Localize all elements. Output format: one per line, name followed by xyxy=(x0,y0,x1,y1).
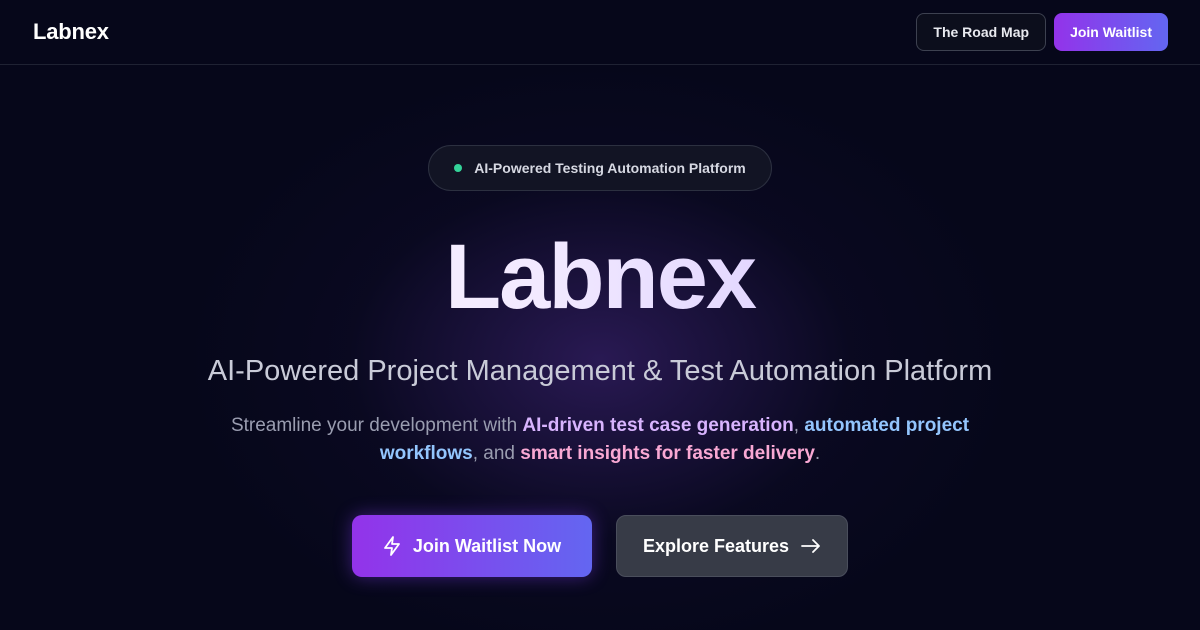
description-text: . xyxy=(814,443,821,464)
hero-subtitle: AI-Powered Project Management & Test Aut… xyxy=(207,355,993,387)
explore-features-button[interactable]: Explore Features xyxy=(616,515,848,577)
description-text: , xyxy=(793,415,805,436)
join-waitlist-now-label: Join Waitlist Now xyxy=(412,535,562,556)
description-text: Streamline your development with xyxy=(230,415,523,436)
badge-label: AI-Powered Testing Automation Platform xyxy=(474,160,746,176)
platform-badge: AI-Powered Testing Automation Platform xyxy=(428,145,772,191)
explore-features-label: Explore Features xyxy=(642,535,790,556)
lightning-icon xyxy=(383,536,401,556)
nav-actions: The Road Map Join Waitlist xyxy=(916,13,1168,51)
join-waitlist-button[interactable]: Join Waitlist xyxy=(1054,13,1168,51)
hero-description: Streamline your development with AI-driv… xyxy=(200,412,1000,468)
top-navbar: Labnex The Road Map Join Waitlist xyxy=(0,0,1200,65)
highlight-smart-insights: smart insights for faster delivery xyxy=(520,443,815,464)
hero-title: Labnex xyxy=(0,222,1200,332)
description-text: , and xyxy=(472,443,521,464)
join-waitlist-now-button[interactable]: Join Waitlist Now xyxy=(352,515,592,577)
status-dot-icon xyxy=(454,164,463,172)
highlight-test-generation: AI-driven test case generation xyxy=(522,415,794,436)
roadmap-button[interactable]: The Road Map xyxy=(916,13,1047,51)
arrow-right-icon xyxy=(801,539,821,553)
landing-page: Labnex The Road Map Join Waitlist AI-Pow… xyxy=(0,0,1200,630)
brand-logo[interactable]: Labnex xyxy=(33,19,109,45)
